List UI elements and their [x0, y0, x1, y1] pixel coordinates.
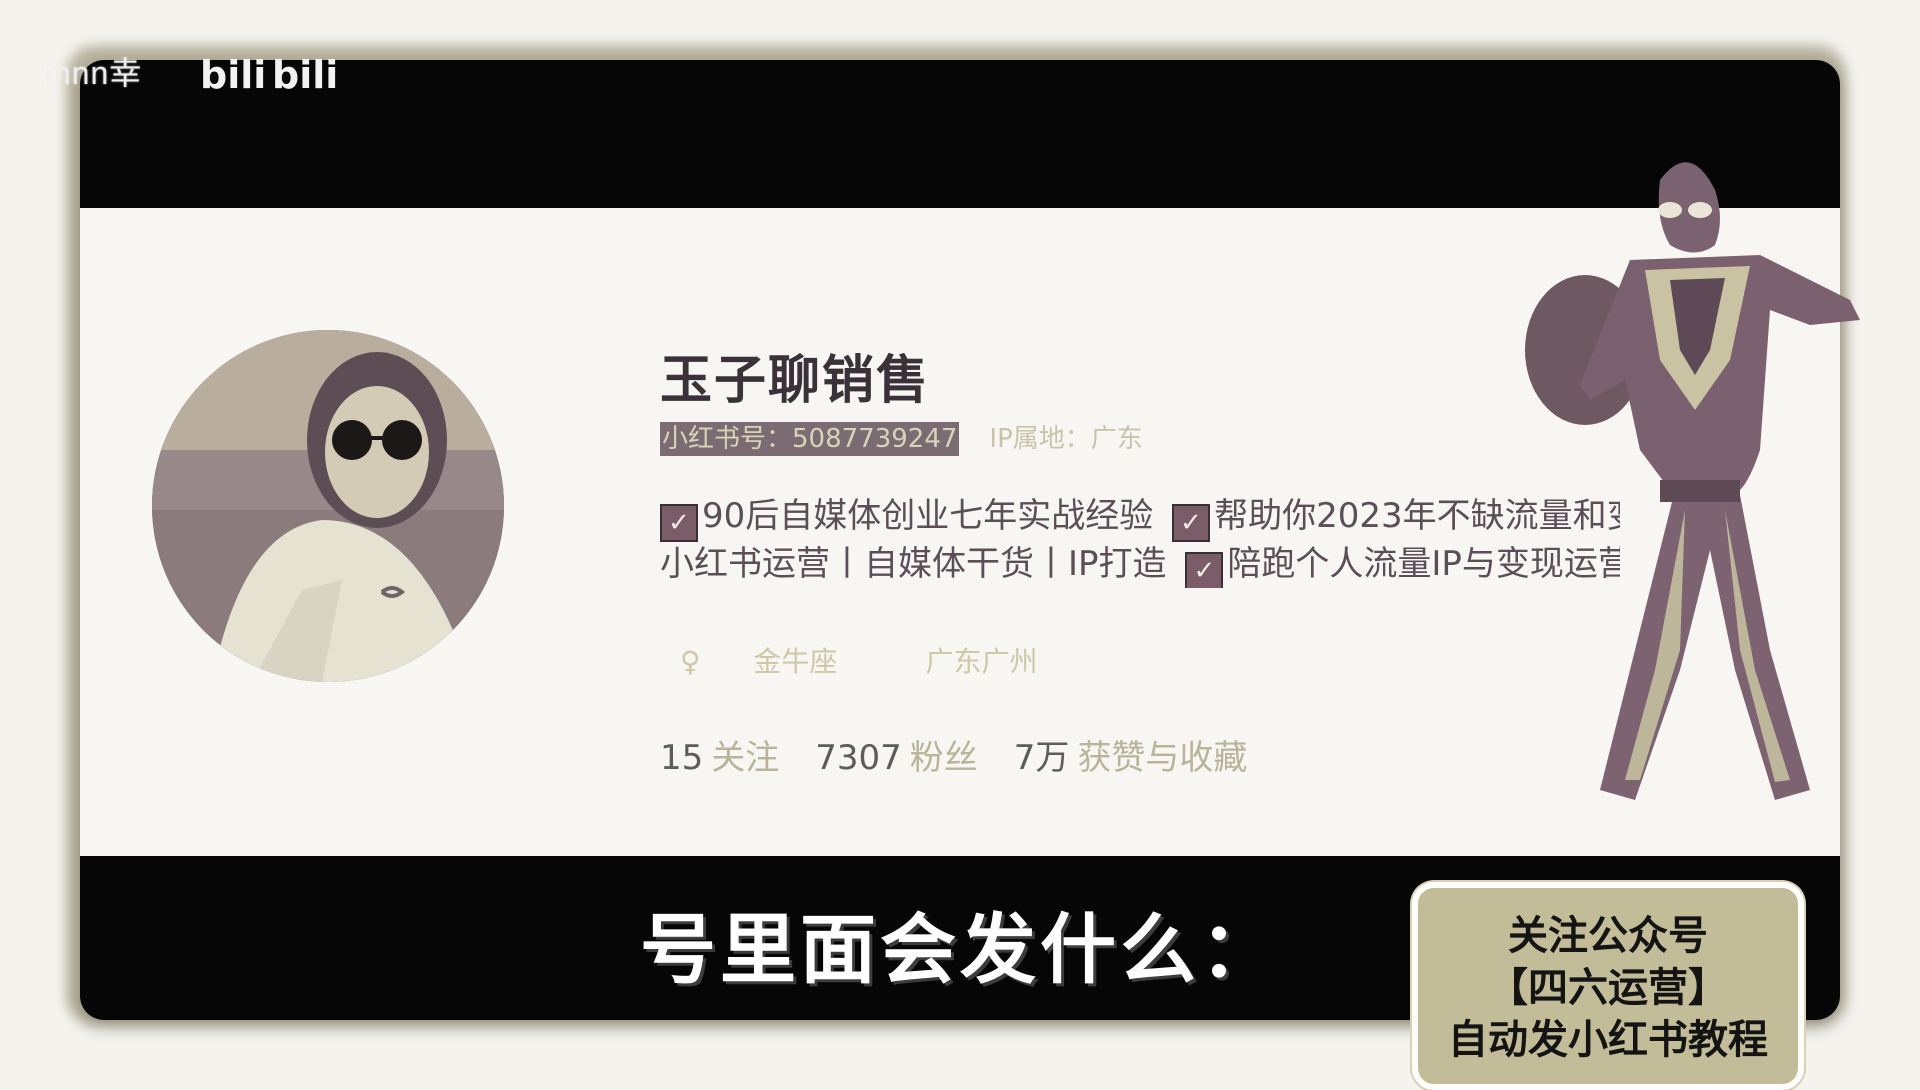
profile-nickname: 玉子聊销售 — [660, 351, 931, 411]
profile-bio: ✓ 90后自媒体创业七年实战经验 ✓ 帮助你2023年不缺流量和变 小红书运营丨自媒… — [660, 492, 1620, 588]
checkmark-icon: ✓ — [1185, 552, 1224, 588]
promo-line-3: 自动发小红书教程 — [1448, 1017, 1768, 1063]
avatar-photo — [152, 330, 504, 682]
location-tag: 广东广州 — [925, 645, 1038, 678]
profile-stats: 15 关注 7307 粉丝 7万 获赞与收藏 — [660, 730, 1283, 779]
bio-line: ✓ 90后自媒体创业七年实战经验 ✓ 帮助你2023年不缺流量和变 — [660, 492, 1620, 542]
zodiac-tag: ♀ 金牛座 — [680, 645, 881, 678]
promo-line-2: 【四六运营】 — [1488, 965, 1728, 1011]
ultraman-figure — [1525, 162, 1860, 800]
avatar[interactable] — [152, 330, 504, 682]
ip-location: IP属地：广东 — [989, 424, 1143, 454]
bio-text: 90后自媒体创业七年实战经验 — [702, 496, 1154, 536]
zodiac-label: 金牛座 — [753, 645, 838, 678]
svg-text:bili: bili — [200, 53, 266, 97]
bio-text: 小红书运营丨自媒体干货丨IP打造 — [660, 544, 1167, 584]
account-id: 小红书号：5087739247 — [660, 422, 960, 456]
checkmark-icon: ✓ — [1172, 504, 1211, 542]
video-subtitle: 号里面会发什么： — [640, 905, 1280, 994]
checkmark-icon: ✓ — [660, 504, 698, 542]
svg-text:bili: bili — [272, 53, 338, 97]
stat-followers[interactable]: 7307 粉丝 — [815, 738, 1014, 778]
female-icon: ♀ — [680, 645, 701, 678]
stat-following[interactable]: 15 关注 — [660, 738, 815, 778]
promo-line-1: 关注公众号 — [1508, 913, 1708, 959]
bilibili-logo: bili bili — [200, 53, 338, 97]
profile-tags: ♀ 金牛座 广东广州 — [680, 640, 1081, 680]
stat-likes[interactable]: 7万 获赞与收藏 — [1014, 738, 1284, 778]
uploader-watermark: mnn幸 — [44, 55, 143, 91]
bio-line: 小红书运营丨自媒体干货丨IP打造 ✓ 陪跑个人流量IP与变现运营 — [660, 540, 1620, 588]
promo-box: 关注公众号 【四六运营】 自动发小红书教程 — [1412, 882, 1804, 1090]
id-row: 小红书号：5087739247 IP属地：广东 — [660, 418, 1143, 456]
